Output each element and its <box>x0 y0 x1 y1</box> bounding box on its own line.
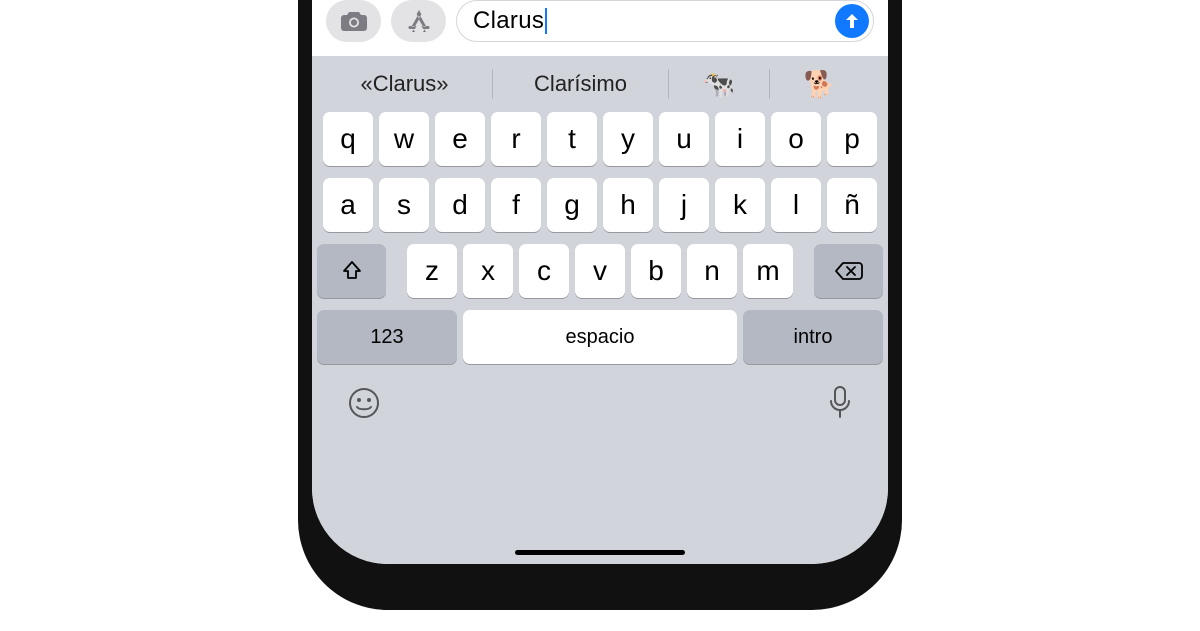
spacer <box>799 244 808 298</box>
suggestion-2-label: Clarísimo <box>534 71 627 97</box>
key-p[interactable]: p <box>827 112 877 166</box>
suggestion-4[interactable]: 🐕 <box>770 64 870 104</box>
key-w[interactable]: w <box>379 112 429 166</box>
dictation-button[interactable] <box>827 385 853 421</box>
suggestion-3-label: 🐄 <box>703 69 735 100</box>
home-indicator[interactable] <box>515 550 685 555</box>
key-b[interactable]: b <box>631 244 681 298</box>
suggestion-3[interactable]: 🐄 <box>669 64 769 104</box>
app-store-icon <box>404 8 434 34</box>
key-f[interactable]: f <box>491 178 541 232</box>
key-enye[interactable]: ñ <box>827 178 877 232</box>
suggestion-4-label: 🐕 <box>804 69 836 100</box>
numbers-key[interactable]: 123 <box>317 310 457 364</box>
key-z[interactable]: z <box>407 244 457 298</box>
key-m[interactable]: m <box>743 244 793 298</box>
key-j[interactable]: j <box>659 178 709 232</box>
key-row-4: 123 espacio intro <box>317 310 883 364</box>
key-d[interactable]: d <box>435 178 485 232</box>
arrow-up-icon <box>842 11 862 31</box>
backspace-icon <box>834 260 864 282</box>
key-t[interactable]: t <box>547 112 597 166</box>
key-l[interactable]: l <box>771 178 821 232</box>
message-input[interactable]: Clarus <box>456 0 874 42</box>
message-input-text: Clarus <box>473 7 827 35</box>
keyboard-bottom-bar <box>317 376 883 446</box>
shift-key[interactable] <box>317 244 386 298</box>
key-y[interactable]: y <box>603 112 653 166</box>
key-row-2: a s d f g h j k l ñ <box>317 178 883 232</box>
key-x[interactable]: x <box>463 244 513 298</box>
screen: Clarus «Clarus» Clarísimo 🐄 🐕 <box>312 0 888 564</box>
emoji-button[interactable] <box>347 386 381 420</box>
key-q[interactable]: q <box>323 112 373 166</box>
key-c[interactable]: c <box>519 244 569 298</box>
text-caret <box>545 8 547 34</box>
message-input-value: Clarus <box>473 7 544 35</box>
key-g[interactable]: g <box>547 178 597 232</box>
key-a[interactable]: a <box>323 178 373 232</box>
send-button[interactable] <box>835 4 869 38</box>
key-r[interactable]: r <box>491 112 541 166</box>
camera-button[interactable] <box>326 0 381 42</box>
camera-icon <box>340 10 368 32</box>
return-key[interactable]: intro <box>743 310 883 364</box>
suggestion-2[interactable]: Clarísimo <box>493 64 668 104</box>
key-v[interactable]: v <box>575 244 625 298</box>
key-k[interactable]: k <box>715 178 765 232</box>
keyboard: «Clarus» Clarísimo 🐄 🐕 q w e r t y u i o… <box>312 56 888 564</box>
microphone-icon <box>827 385 853 421</box>
key-u[interactable]: u <box>659 112 709 166</box>
key-row-1: q w e r t y u i o p <box>317 112 883 166</box>
suggestion-1-label: «Clarus» <box>360 71 448 97</box>
suggestion-1[interactable]: «Clarus» <box>317 64 492 104</box>
key-e[interactable]: e <box>435 112 485 166</box>
key-i[interactable]: i <box>715 112 765 166</box>
key-h[interactable]: h <box>603 178 653 232</box>
key-n[interactable]: n <box>687 244 737 298</box>
key-s[interactable]: s <box>379 178 429 232</box>
space-key[interactable]: espacio <box>463 310 737 364</box>
spacer <box>392 244 401 298</box>
device-frame: Clarus «Clarus» Clarísimo 🐄 🐕 <box>298 0 902 610</box>
key-row-3: z x c v b n m <box>317 244 883 298</box>
key-o[interactable]: o <box>771 112 821 166</box>
app-store-button[interactable] <box>391 0 446 42</box>
backspace-key[interactable] <box>814 244 883 298</box>
emoji-icon <box>347 386 381 420</box>
shift-icon <box>340 259 364 283</box>
suggestion-bar: «Clarus» Clarísimo 🐄 🐕 <box>317 56 883 112</box>
compose-row: Clarus <box>312 0 888 56</box>
